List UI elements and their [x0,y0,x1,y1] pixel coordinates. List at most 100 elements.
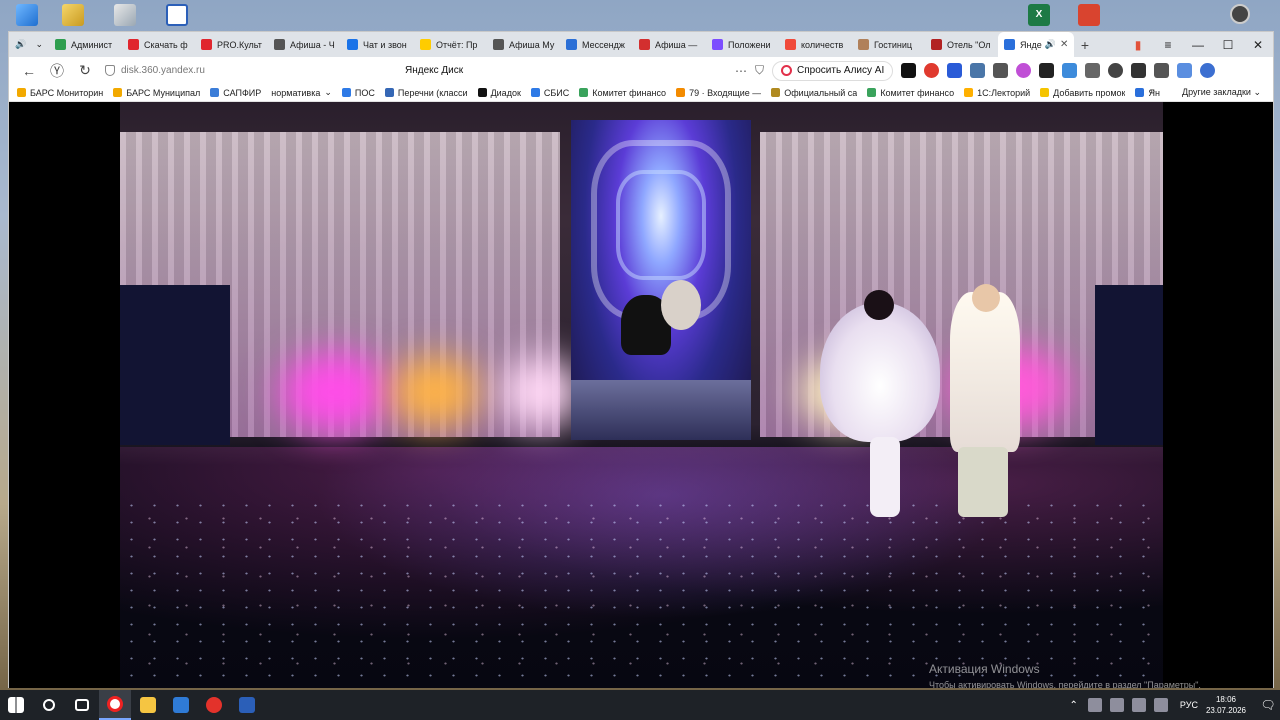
battery-icon[interactable] [1131,698,1146,712]
bookmark-item[interactable]: 79 · Входящие — [676,88,761,98]
tab[interactable]: количеств [779,32,852,57]
bookmark-item[interactable]: Официальный са [771,88,857,98]
folder-icon[interactable] [62,4,84,26]
tab[interactable]: Положени [706,32,779,57]
bookmark-manager-icon[interactable]: ▮ [1123,38,1153,52]
adblock-icon[interactable] [924,63,940,78]
dancer-dress [820,302,940,442]
yandex-logo-icon[interactable]: Ⓨ [43,61,71,81]
word-taskbar[interactable] [231,690,263,720]
bookmark-item[interactable]: САПФИР [210,88,261,98]
bookmark-item[interactable]: Ян [1135,88,1160,98]
file-explorer-taskbar[interactable] [132,690,164,720]
search-icon [43,699,55,711]
screenshot-icon[interactable] [1131,63,1147,78]
chevron-up-icon[interactable]: ⌃ [1070,700,1078,711]
bookmark-icon[interactable]: ⛉ [755,63,764,78]
user-account-icon[interactable] [1230,4,1250,24]
computer-icon[interactable] [16,4,38,26]
bookmarks-overflow-button[interactable]: » [1149,86,1155,97]
tab[interactable]: Мессендж [560,32,633,57]
system-tray: ⌃ РУС 18:06 23.07.2026 🗨 [1070,690,1280,720]
tab[interactable]: Отель "Ол [925,32,998,57]
sync-icon[interactable] [1109,698,1124,712]
bookmark-item[interactable]: БАРС Муниципал [113,88,200,98]
chart-extension-icon[interactable] [1062,63,1078,78]
bookmark-item[interactable]: Комитет финансо [867,88,954,98]
task-view-button[interactable] [66,690,98,720]
tab[interactable]: Афиша — [633,32,706,57]
search-button[interactable] [33,690,65,720]
mail-taskbar[interactable] [165,690,197,720]
tab[interactable]: PRO.Культ [195,32,268,57]
file-icon[interactable] [114,4,136,26]
url-text: disk.360.yandex.ru [121,65,205,76]
tab-label: Афиша — [655,39,698,50]
notifications-icon[interactable]: 🗨 [1256,698,1280,712]
bookmark-item[interactable]: Комитет финансо [579,88,666,98]
tunnel-graphic [616,170,706,280]
extension-icon[interactable] [901,63,917,78]
ask-alice-button[interactable]: Спросить Алису AI [772,60,894,81]
more-dots-icon[interactable]: ⋯ [735,64,747,78]
bookmark-item[interactable]: СБИС [530,87,570,98]
collections-icon[interactable] [1154,63,1170,78]
tab-active[interactable]: Янде 🔊 ✕ [998,32,1074,57]
menu-button[interactable]: ≡ [1153,38,1183,52]
tab[interactable]: Чат и звон [341,32,414,57]
video-player[interactable]: Активация Windows Чтобы активировать Win… [9,102,1273,688]
chevron-down-icon: ⌄ [324,87,332,97]
sync-icon[interactable] [1177,63,1193,78]
maximize-button[interactable]: ☐ [1213,38,1243,52]
tab-favicon-icon [566,39,577,50]
language-indicator[interactable]: РУС [1180,700,1198,710]
close-tab-icon[interactable]: ✕ [1060,39,1068,50]
tab[interactable]: Скачать ф [122,32,195,57]
bookmark-item[interactable]: БАРС Мониторин [17,88,103,98]
extensions-puzzle-icon[interactable] [1085,63,1101,78]
bookmark-folder[interactable]: нормативка ⌄ [271,87,332,98]
tab-favicon-icon [785,39,796,50]
yandex-extension-icon[interactable] [947,63,963,78]
close-button[interactable]: ✕ [1243,38,1273,52]
minimize-button[interactable]: — [1183,38,1213,52]
downloads-icon[interactable] [1200,63,1216,78]
bookmark-favicon-icon [341,88,351,97]
url-field[interactable]: disk.360.yandex.ru [105,65,395,76]
yandex-taskbar[interactable] [198,690,230,720]
tab[interactable]: Афиша - Ч [268,32,341,57]
audio-tab-control[interactable]: 🔊 ⌄ [9,32,49,57]
bookmark-item[interactable]: Добавить промок [1040,88,1125,98]
bookmark-item[interactable]: Перечни (класси [384,87,468,98]
clock[interactable]: 18:06 23.07.2026 [1206,694,1246,716]
other-bookmarks-folder[interactable]: Другие закладки ⌄ [1182,87,1261,98]
app-shortcut-icon[interactable] [1078,4,1100,26]
bookmark-item[interactable]: Диадок [477,88,521,98]
hat-icon[interactable] [993,63,1009,78]
tab[interactable]: Админист [49,32,122,57]
screen-figure [661,280,701,330]
reload-icon[interactable]: ↻ [71,62,99,79]
bookmark-label: Перечни (класси [397,87,468,98]
bookmark-label: СБИС [543,87,570,98]
tab[interactable]: Афиша Му [487,32,560,57]
excel-icon[interactable]: X [1028,4,1050,26]
word-document-icon[interactable] [166,4,188,26]
tab[interactable]: Гостиниц [852,32,925,57]
back-arrow-icon[interactable]: ← [15,63,43,79]
volume-icon[interactable] [1153,698,1168,712]
network-icon[interactable] [1087,698,1102,712]
yandex-browser-taskbar[interactable] [99,690,131,720]
bookmark-item[interactable]: 1С:Лекторий [964,88,1030,98]
start-button[interactable] [0,690,32,720]
tab[interactable]: Отчёт: Пр [414,32,487,57]
speaker-icon: 🔊 [15,39,27,49]
yandex-browser-icon [107,696,123,712]
bookmark-item[interactable]: ПОС [341,88,375,98]
address-bar: ← Ⓨ ↻ disk.360.yandex.ru Яндекс Диск ⋯ ⛉… [9,57,1273,84]
vk-icon[interactable] [970,63,986,78]
video-download-icon[interactable] [1108,63,1124,78]
camera-extension-icon[interactable] [1016,63,1032,78]
new-tab-button[interactable]: + [1074,37,1096,53]
extension-icon[interactable] [1039,63,1055,78]
